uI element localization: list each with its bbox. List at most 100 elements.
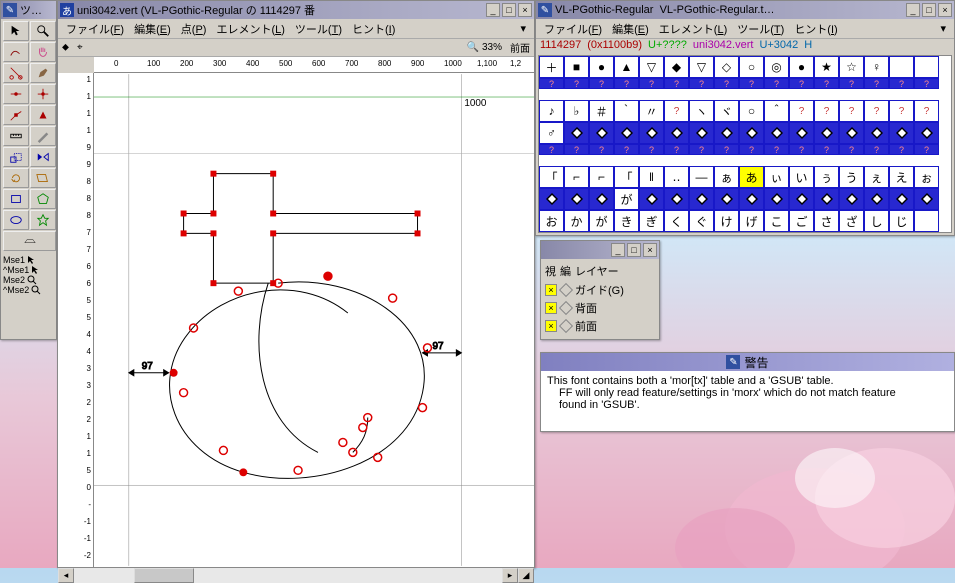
glyph-cell[interactable] [889,188,914,210]
glyph-cell[interactable]: ? [664,100,689,122]
glyph-cell[interactable] [789,122,814,144]
glyph-cell[interactable]: ? [914,144,939,155]
glyph-cell[interactable] [639,122,664,144]
menu-file[interactable]: ファイル(F) [62,19,128,39]
glyph-cell[interactable]: え [889,166,914,188]
glyph-cell[interactable]: ♂ [539,122,564,144]
glyph-cell[interactable]: ご [789,210,814,232]
minimize-button[interactable]: _ [486,3,500,17]
ellipse-tool[interactable] [3,210,29,230]
glyph-cell[interactable]: ▽ [689,56,714,78]
glyph-cell[interactable] [589,122,614,144]
glyph-cell[interactable]: ? [589,144,614,155]
glyph-cell[interactable]: ♭ [564,100,589,122]
glyph-cell[interactable] [639,188,664,210]
close-button[interactable]: × [938,3,952,17]
rotate-tool[interactable] [3,168,29,188]
glyph-cell[interactable] [764,188,789,210]
active-layer[interactable]: 前面 [510,40,530,55]
scale-tool[interactable] [3,147,29,167]
glyph-cell[interactable]: ‥ [664,166,689,188]
menu-tools[interactable]: ツール(T) [291,19,346,39]
glyph-cell[interactable]: ? [889,78,914,89]
glyph-cell[interactable]: ＃ [589,100,614,122]
layer-row[interactable]: ×前面 [543,317,657,335]
glyph-cell[interactable]: ヽ [689,100,714,122]
glyph-cell[interactable]: ? [664,78,689,89]
menu-edit[interactable]: 編集(E) [608,19,653,39]
glyph-cell[interactable]: ＾ [764,100,789,122]
glyph-cell[interactable] [564,122,589,144]
glyph-cell[interactable]: ? [664,144,689,155]
glyph-cell[interactable]: 〃 [639,100,664,122]
glyph-cell[interactable]: ◆ [664,56,689,78]
glyph-cell[interactable]: ▽ [639,56,664,78]
polygon-tool[interactable] [30,189,56,209]
glyph-cell[interactable] [614,122,639,144]
glyph-cell[interactable]: ♀ [864,56,889,78]
menu-hints[interactable]: ヒント(I) [790,19,841,39]
glyph-cell[interactable]: ? [564,144,589,155]
glyph-cell[interactable]: ⌐ [564,166,589,188]
glyph-cell[interactable]: ? [539,78,564,89]
menu-more-icon[interactable]: ▾ [516,20,530,37]
glyph-cell[interactable]: お [539,210,564,232]
glyph-cell[interactable] [714,188,739,210]
maximize-button[interactable]: □ [627,243,641,257]
glyph-cell[interactable] [664,122,689,144]
visibility-checkbox[interactable]: × [545,320,557,332]
corner-point-tool[interactable] [3,105,29,125]
tool-titlebar[interactable]: ✎ ツ… [1,1,56,19]
magnify-tool[interactable] [30,21,56,41]
glyph-cell[interactable]: が [614,188,639,210]
glyph-cell[interactable]: ■ [564,56,589,78]
scroll-right-icon[interactable]: ▸ [502,568,518,583]
glyph-cell[interactable] [889,122,914,144]
glyph-cell[interactable]: ＋ [539,56,564,78]
glyph-cell[interactable]: ? [564,78,589,89]
glyph-cell[interactable] [914,56,939,78]
glyph-cell[interactable]: ? [789,144,814,155]
pointer-tool[interactable] [3,21,29,41]
glyph-cell[interactable]: ? [539,144,564,155]
glyph-cell[interactable]: ? [839,144,864,155]
glyph-cell[interactable]: ● [589,56,614,78]
glyph-cell[interactable]: ? [814,78,839,89]
hand-tool[interactable] [30,42,56,62]
skew-tool[interactable] [30,168,56,188]
glyph-cell[interactable] [664,188,689,210]
edit-diamond[interactable] [559,301,573,315]
glyph-cell[interactable]: ? [739,144,764,155]
glyph-cell[interactable] [839,188,864,210]
glyph-cell[interactable]: ? [889,144,914,155]
glyph-cell[interactable]: 「 [614,166,639,188]
flip-tool[interactable] [30,147,56,167]
glyph-cell[interactable]: が [589,210,614,232]
glyph-cell[interactable]: あ [739,166,764,188]
maximize-button[interactable]: □ [922,3,936,17]
menu-point[interactable]: 点(P) [177,19,211,39]
menu-more-icon[interactable]: ▾ [936,20,950,37]
glyph-cell[interactable]: ● [789,56,814,78]
glyph-cell[interactable]: い [789,166,814,188]
glyph-cell[interactable]: ぐ [689,210,714,232]
edit-diamond[interactable] [559,319,573,333]
menu-tools[interactable]: ツール(T) [733,19,788,39]
menu-element[interactable]: エレメント(L) [655,19,731,39]
glyph-cell[interactable]: う [839,166,864,188]
star-tool[interactable] [30,210,56,230]
warning-titlebar[interactable]: ✎ 警告 [541,353,954,371]
glyph-cell[interactable]: き [614,210,639,232]
freehand-tool[interactable] [3,42,29,62]
tangent-point-tool[interactable] [30,105,56,125]
glyph-cell[interactable]: ? [814,100,839,122]
glyph-cell[interactable] [864,188,889,210]
glyph-cell[interactable]: ♪ [539,100,564,122]
glyph-cell[interactable]: ? [789,78,814,89]
glyph-cell[interactable] [564,188,589,210]
glyph-cell[interactable]: ☆ [839,56,864,78]
glyph-titlebar[interactable]: あ uni3042.vert (VL-PGothic-Regular の 111… [58,1,534,19]
maximize-button[interactable]: □ [502,3,516,17]
glyph-cell[interactable]: ぃ [764,166,789,188]
glyph-cell[interactable]: ぅ [814,166,839,188]
